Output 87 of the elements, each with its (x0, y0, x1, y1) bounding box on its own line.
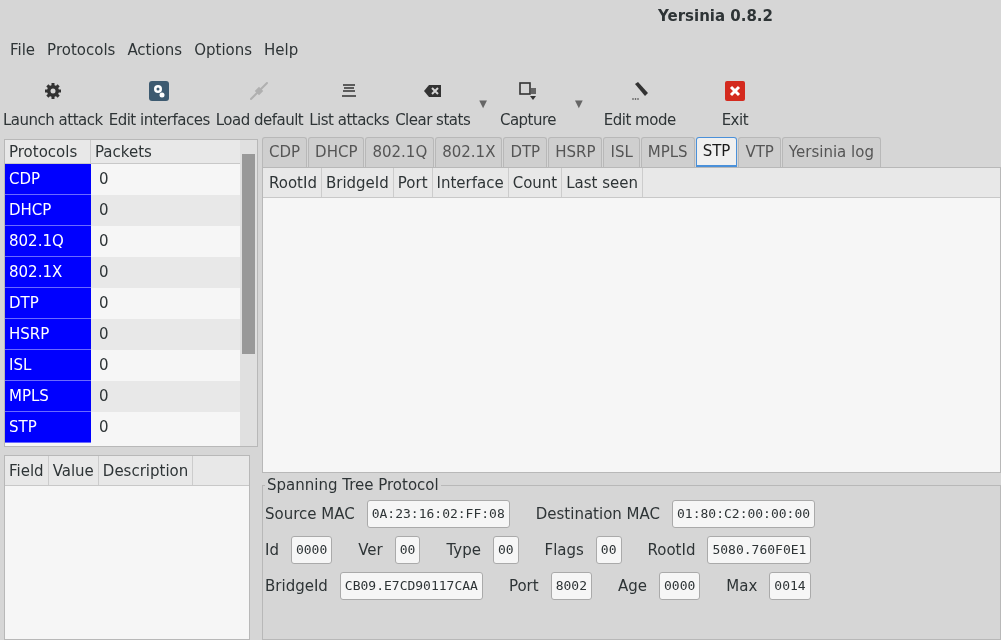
menu-item[interactable]: File (8, 38, 38, 62)
field-label: Type (446, 539, 481, 561)
menu-item[interactable]: Actions (125, 38, 185, 62)
pen-icon (629, 80, 650, 101)
tab[interactable]: HSRP (548, 137, 603, 167)
toolbar-button[interactable]: Edit interfaces (105, 78, 213, 131)
toolbar-button[interactable]: Exit (718, 78, 752, 131)
input-field[interactable]: CB09.E7CD90117CAA (339, 572, 483, 600)
tab[interactable]: ISL (603, 137, 640, 167)
menu-item[interactable]: Options (192, 38, 255, 62)
field-label: Flags (544, 539, 584, 561)
toolbar-button[interactable]: Launch attack (0, 78, 106, 131)
toolbar-button[interactable]: Edit mode (600, 78, 679, 131)
column-header[interactable]: Description (98, 456, 194, 485)
column-header[interactable]: Protocols (5, 140, 91, 163)
gear-icon (43, 81, 62, 100)
field-label: BridgeId (265, 575, 328, 597)
plug-icon (248, 79, 271, 102)
tab[interactable]: DTP (503, 137, 548, 167)
capture-icon (518, 80, 538, 101)
toolbar-button[interactable]: Clear stats (392, 78, 474, 131)
gears-icon (148, 79, 171, 102)
input-field[interactable]: 01:80:C2:00:00:00 (672, 500, 816, 528)
tab[interactable]: CDP (262, 137, 308, 167)
protocol-cell[interactable]: 802.1Q (5, 226, 91, 257)
input-field[interactable]: 0000 (290, 536, 333, 564)
protocol-cell[interactable]: CDP (5, 164, 91, 195)
protocol-cell[interactable]: MPLS (5, 381, 91, 412)
window-title: Yersinia 0.8.2 (658, 6, 773, 28)
input-field[interactable]: 00 (492, 536, 519, 564)
column-header[interactable]: Last seen (562, 168, 644, 197)
input-field[interactable]: 0000 (659, 572, 701, 600)
field-label: Source MAC (265, 503, 355, 525)
protocol-cell[interactable]: 802.1X (5, 257, 91, 288)
packet-count: 0 (98, 231, 110, 252)
tab[interactable]: DHCP (308, 137, 365, 167)
protocol-cell[interactable]: DTP (5, 288, 91, 319)
column-header[interactable]: Value (48, 456, 99, 485)
input-field[interactable]: 8002 (550, 572, 592, 600)
input-field[interactable]: 5080.760F0E1 (707, 536, 812, 564)
column-header[interactable]: Interface (432, 168, 509, 197)
field-label: RootId (647, 539, 696, 561)
tab[interactable]: MPLS (640, 137, 695, 167)
menu-item[interactable]: Protocols (45, 38, 118, 62)
column-header[interactable]: BridgeId (321, 168, 394, 197)
tab[interactable]: STP (695, 137, 738, 167)
column-header[interactable]: Count (508, 168, 563, 197)
input-field[interactable]: 0014 (769, 572, 811, 600)
field-label: Id (265, 539, 279, 561)
packet-count: 0 (98, 417, 110, 438)
dropdown-arrow[interactable]: ▼ (575, 96, 583, 111)
packet-count: 0 (98, 355, 110, 376)
column-header[interactable]: Field (5, 456, 49, 485)
protocol-cell[interactable]: DHCP (5, 195, 91, 226)
toolbar-button[interactable]: Capture (496, 78, 560, 131)
protocol-cell[interactable]: STP (5, 412, 91, 443)
tab[interactable]: Yersinia log (781, 137, 881, 167)
protocol-cell[interactable]: ISL (5, 350, 91, 381)
input-field[interactable]: 00 (595, 536, 622, 564)
dropdown-arrow[interactable]: ▼ (479, 96, 487, 111)
scrollbar[interactable] (240, 140, 257, 446)
packet-count: 0 (98, 262, 110, 283)
field-label: Port (508, 575, 539, 597)
protocol-cell[interactable]: HSRP (5, 319, 91, 350)
group-legend: Spanning Tree Protocol (265, 476, 441, 494)
packet-count: 0 (98, 386, 110, 407)
field-label: Ver (358, 539, 383, 561)
column-header[interactable]: Port (393, 168, 433, 197)
column-header[interactable]: Packets (91, 140, 240, 163)
field-label: Age (617, 575, 647, 597)
packet-count: 0 (98, 324, 110, 345)
tab[interactable]: 802.1X (435, 137, 503, 167)
field-label: Max (726, 575, 758, 597)
input-field[interactable]: 00 (394, 536, 421, 564)
backspace-icon (422, 82, 443, 99)
input-field[interactable]: 0A:23:16:02:FF:08 (366, 500, 510, 528)
packet-count: 0 (98, 200, 110, 221)
tab[interactable]: VTP (738, 137, 781, 167)
tab[interactable]: 802.1Q (365, 137, 435, 167)
list-icon (340, 81, 359, 100)
toolbar-button[interactable]: List attacks (306, 78, 393, 131)
close-icon (723, 79, 746, 102)
menu-item[interactable]: Help (262, 38, 301, 62)
packet-count: 0 (98, 169, 110, 190)
column-header[interactable]: RootId (265, 168, 322, 197)
packet-count: 0 (98, 293, 110, 314)
field-label: Destination MAC (535, 503, 661, 525)
